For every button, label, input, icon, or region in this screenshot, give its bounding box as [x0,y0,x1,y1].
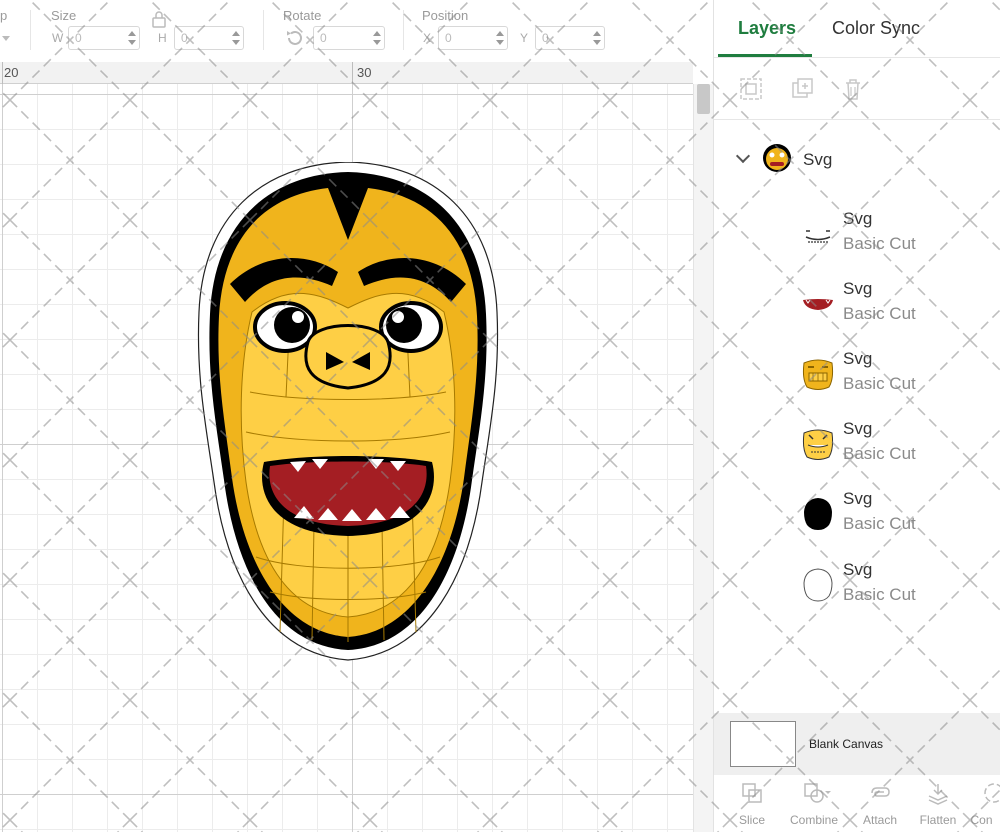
x-stepper[interactable] [495,29,505,47]
blank-canvas-row[interactable]: Blank Canvas [714,713,1000,775]
layer-item[interactable]: Svg Basic Cut [714,347,1000,413]
layer-group-svg[interactable]: Svg [714,138,1000,182]
position-label: Position [422,8,469,23]
layer-name: Svg [843,349,873,368]
slice-button[interactable]: Slice [722,775,782,832]
attach-icon [871,787,890,797]
black-silhouette-icon [804,498,832,530]
attach-label: Attach [862,813,898,827]
x-value: 0 [445,31,452,45]
x-input[interactable]: 0 [438,26,508,50]
toolbar-divider [403,10,404,50]
layer-type: Basic Cut [843,234,916,253]
height-label: H [158,31,167,45]
prev-section-label: p [0,8,8,23]
layer-name: Svg [843,560,873,579]
rotate-icon [287,30,302,45]
height-stepper[interactable] [231,29,241,47]
chevron-down-icon[interactable] [735,148,751,164]
toolbar-divider [30,10,31,50]
slice-label: Slice [738,813,765,827]
tab-layers[interactable]: Layers [738,18,796,39]
layer-tools-bar [714,60,1000,120]
toolbar-divider [263,10,264,50]
trash-icon[interactable] [840,76,866,102]
blank-canvas-swatch[interactable] [730,721,796,767]
layer-item[interactable]: Svg Basic Cut [714,277,1000,343]
ruler-mark-30: 30 [357,65,372,80]
teeth-outline-icon [805,230,831,243]
layer-type: Basic Cut [843,304,916,323]
duplicate-icon[interactable] [790,76,816,102]
y-stepper[interactable] [592,29,602,47]
mouth-red-icon [803,299,833,310]
ruler-tick [352,62,353,84]
height-input[interactable]: 0 [174,26,244,50]
face-light-icon [802,429,834,460]
vertical-scrollbar[interactable] [693,84,713,832]
prev-dropdown[interactable] [2,36,10,41]
width-value: 0 [75,31,82,45]
group-thumbnail-icon [763,144,791,172]
contour-label: Con [970,813,993,827]
layer-type: Basic Cut [843,444,916,463]
group-name: Svg [803,150,833,169]
y-value: 0 [542,31,549,45]
layer-type: Basic Cut [843,514,916,533]
layer-item[interactable]: Svg Basic Cut [714,417,1000,483]
panel-tabs: Layers Color Sync [714,0,1000,60]
attach-button[interactable]: Attach [850,775,910,832]
width-input[interactable]: 0 [68,26,140,50]
layer-type: Basic Cut [843,374,916,393]
y-label: Y [520,31,529,45]
slice-icon [742,783,762,803]
tab-separator [714,57,1000,58]
layer-name: Svg [843,209,873,228]
height-value: 0 [181,31,188,45]
rotate-value: 0 [320,31,327,45]
tab-color-sync[interactable]: Color Sync [832,18,920,39]
contour-icon [984,783,1000,803]
lock-icon[interactable] [151,10,167,28]
bottom-toolbar: Slice Combine Attach Flatten Con [714,775,1000,832]
width-label: W [52,31,64,45]
combine-button[interactable]: Combine [784,775,844,832]
layer-type: Basic Cut [843,585,916,604]
rotate-input[interactable]: 0 [313,26,385,50]
face-gold-icon [802,359,834,390]
ruler-tick [2,62,3,84]
layer-name: Svg [843,419,873,438]
mascot-face-design[interactable] [190,162,506,662]
active-tab-indicator [718,54,812,57]
contour-button[interactable]: Con [962,775,1000,832]
layer-name: Svg [843,489,873,508]
horizontal-ruler: 20 30 [0,62,693,84]
size-label: Size [51,8,77,23]
rotate-label: Rotate [283,8,322,23]
flatten-label: Flatten [919,813,957,827]
rotate-stepper[interactable] [372,29,382,47]
combine-label: Combine [789,813,839,827]
layer-name: Svg [843,279,873,298]
ruler-mark-20: 20 [4,65,19,80]
group-icon[interactable] [738,76,764,102]
white-silhouette-icon [803,568,833,602]
flatten-icon [928,784,948,805]
layer-item[interactable]: Svg Basic Cut [714,487,1000,553]
design-canvas[interactable] [0,84,693,832]
layer-item[interactable]: Svg Basic Cut [714,207,1000,273]
x-label: X [423,31,432,45]
y-input[interactable]: 0 [535,26,605,50]
width-stepper[interactable] [127,29,137,47]
blank-canvas-label: Blank Canvas [809,737,884,751]
scrollbar-thumb[interactable] [697,84,710,114]
top-toolbar: p Size W 0 H 0 Rotate 0 Position X 0 Y 0 [0,0,713,62]
flatten-button[interactable]: Flatten [908,775,968,832]
layers-panel: Layers Color Sync Svg Svg Basic Cut Svg … [713,0,1000,832]
combine-icon [804,783,831,803]
layer-item[interactable]: Svg Basic Cut [714,558,1000,624]
